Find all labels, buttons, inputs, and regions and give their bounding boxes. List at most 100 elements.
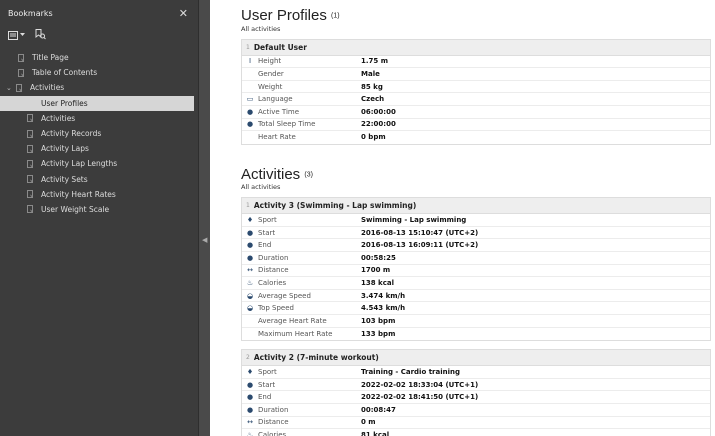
user-profiles-count: (1): [331, 12, 340, 20]
table-row: Gender Male: [242, 68, 710, 81]
bookmark-label: Activity Records: [41, 129, 102, 139]
table-row: ♦ Sport Training - Cardio training: [242, 366, 710, 379]
activities-title: Activities: [241, 165, 301, 183]
row-value: 2016-08-13 16:09:11 (UTC+2): [361, 241, 479, 250]
bookmark-icon: [27, 144, 33, 153]
row-value: 22:00:00: [361, 120, 396, 129]
bookmark-item[interactable]: Activity Laps: [0, 141, 198, 156]
row-value: 0 bpm: [361, 133, 386, 142]
table-title: Default User: [253, 42, 307, 52]
bookmarks-tree: Title Page Table of Contents ⌄ Activities Us…: [0, 50, 198, 217]
bookmark-label: User Weight Scale: [41, 204, 110, 214]
table-header: 1 Default User: [242, 39, 710, 56]
row-label: Active Time: [258, 107, 300, 116]
table-row: ● End 2022-02-02 18:41:50 (UTC+1): [242, 391, 710, 404]
speedometer-icon: ◒: [246, 304, 254, 313]
close-icon[interactable]: ✕: [179, 7, 188, 20]
options-menu-button[interactable]: [8, 30, 25, 40]
table-row: ● Start 2016-08-13 15:10:47 (UTC+2): [242, 227, 710, 240]
row-value: 06:00:00: [361, 107, 396, 116]
bookmark-icon: [18, 68, 24, 77]
user-profiles-title: User Profiles: [241, 7, 327, 24]
table-row: ● Total Sleep Time 22:00:00: [242, 119, 710, 132]
row-label: Top Speed: [258, 304, 294, 313]
trophy-icon: ♦: [246, 367, 254, 376]
collapse-arrow-icon[interactable]: ◀: [202, 236, 207, 244]
distance-icon: ↔: [247, 418, 253, 427]
bookmark-label: Activities: [30, 83, 65, 93]
row-value: 00:58:25: [361, 253, 396, 262]
row-value: 81 kcal: [361, 431, 390, 436]
bookmark-item[interactable]: ⌄ Activities: [0, 80, 198, 95]
row-value: Swimming - Lap swimming: [361, 216, 467, 225]
row-label: Maximum Heart Rate: [258, 329, 333, 338]
row-value: 1.75 m: [361, 57, 389, 66]
table-header: 1 Activity 3 (Swimming - Lap swimming): [242, 198, 710, 215]
bookmark-item[interactable]: Table of Contents: [0, 65, 198, 80]
row-label: Duration: [258, 405, 289, 414]
activities-heading: Activities (3): [241, 167, 715, 183]
table-title: Activity 2 (7-minute workout): [253, 353, 379, 363]
table-row: ● Duration 00:08:47: [242, 404, 710, 417]
bookmark-search-icon: [35, 28, 46, 39]
bookmark-item[interactable]: Activity Records: [0, 126, 198, 141]
bookmark-icon: [27, 129, 33, 138]
row-label: Sport: [258, 216, 277, 225]
row-label: Sport: [258, 367, 277, 376]
expand-chevron-icon[interactable]: ⌄: [6, 84, 16, 92]
row-label: End: [258, 393, 272, 402]
bookmark-label: Activities: [41, 113, 76, 123]
bookmark-icon: [16, 83, 22, 92]
row-label: Duration: [258, 253, 289, 262]
document-content: User Profiles (1) All activities 1 Defaul…: [210, 0, 715, 436]
row-label: Height: [258, 57, 282, 66]
distance-icon: ↔: [247, 266, 253, 275]
table-row: Ⅰ Height 1.75 m: [242, 56, 710, 69]
panel-splitter[interactable]: ◀: [198, 0, 210, 436]
table-row: ↔ Distance 0 m: [242, 417, 710, 430]
table-row: ♦ Sport Swimming - Lap swimming: [242, 214, 710, 227]
bookmark-item[interactable]: Title Page: [0, 50, 198, 65]
user-profile-table: 1 Default User Ⅰ Height 1.75 m Gender Male Weig…: [241, 38, 711, 145]
row-value: 2016-08-13 15:10:47 (UTC+2): [361, 228, 479, 237]
row-label: Total Sleep Time: [258, 120, 316, 129]
row-value: 2022-02-02 18:41:50 (UTC+1): [361, 393, 479, 402]
clock-icon: ●: [246, 107, 254, 116]
bookmark-label: Table of Contents: [32, 68, 98, 78]
clock-icon: ●: [246, 380, 254, 389]
user-profiles-subtitle: All activities: [241, 24, 281, 33]
bookmark-label: Activity Heart Rates: [41, 189, 116, 199]
activities-subtitle: All activities: [241, 183, 281, 192]
bookmark-item[interactable]: Activities: [0, 111, 198, 126]
clock-icon: ●: [246, 241, 254, 250]
row-value: 3.474 km/h: [361, 291, 406, 300]
language-icon: ▭: [246, 95, 254, 104]
table-row: ◒ Top Speed 4.543 km/h: [242, 302, 710, 315]
bookmark-item[interactable]: Activity Sets: [0, 172, 198, 187]
row-label: Start: [258, 228, 276, 237]
row-value: 4.543 km/h: [361, 304, 406, 313]
row-value: 138 kcal: [361, 278, 394, 287]
find-bookmark-button[interactable]: [35, 28, 46, 42]
bookmark-icon: [27, 205, 33, 214]
row-label: Calories: [258, 431, 287, 436]
bookmark-item[interactable]: User Profiles: [0, 95, 194, 111]
clock-icon: ●: [246, 393, 254, 402]
clock-icon: ●: [246, 405, 254, 414]
bookmarks-panel: Bookmarks ✕ Title Page Table of Contents ⌄…: [0, 0, 198, 436]
row-label: Average Heart Rate: [258, 316, 327, 325]
bookmark-icon: [18, 53, 24, 62]
table-row: ● Active Time 06:00:00: [242, 106, 710, 119]
table-row: ▭ Language Czech: [242, 93, 710, 106]
clock-icon: ●: [246, 228, 254, 237]
bookmark-item[interactable]: Activity Lap Lengths: [0, 156, 198, 171]
clock-icon: ●: [246, 253, 254, 262]
bookmark-item[interactable]: User Weight Scale: [0, 202, 198, 217]
table-row: ◒ Average Speed 3.474 km/h: [242, 290, 710, 303]
row-label: Distance: [258, 266, 289, 275]
trophy-icon: ♦: [246, 216, 254, 225]
row-label: Weight: [258, 82, 283, 91]
bookmark-item[interactable]: Activity Heart Rates: [0, 187, 198, 202]
bookmark-icon: [27, 190, 33, 199]
table-row: ● Start 2022-02-02 18:33:04 (UTC+1): [242, 379, 710, 392]
